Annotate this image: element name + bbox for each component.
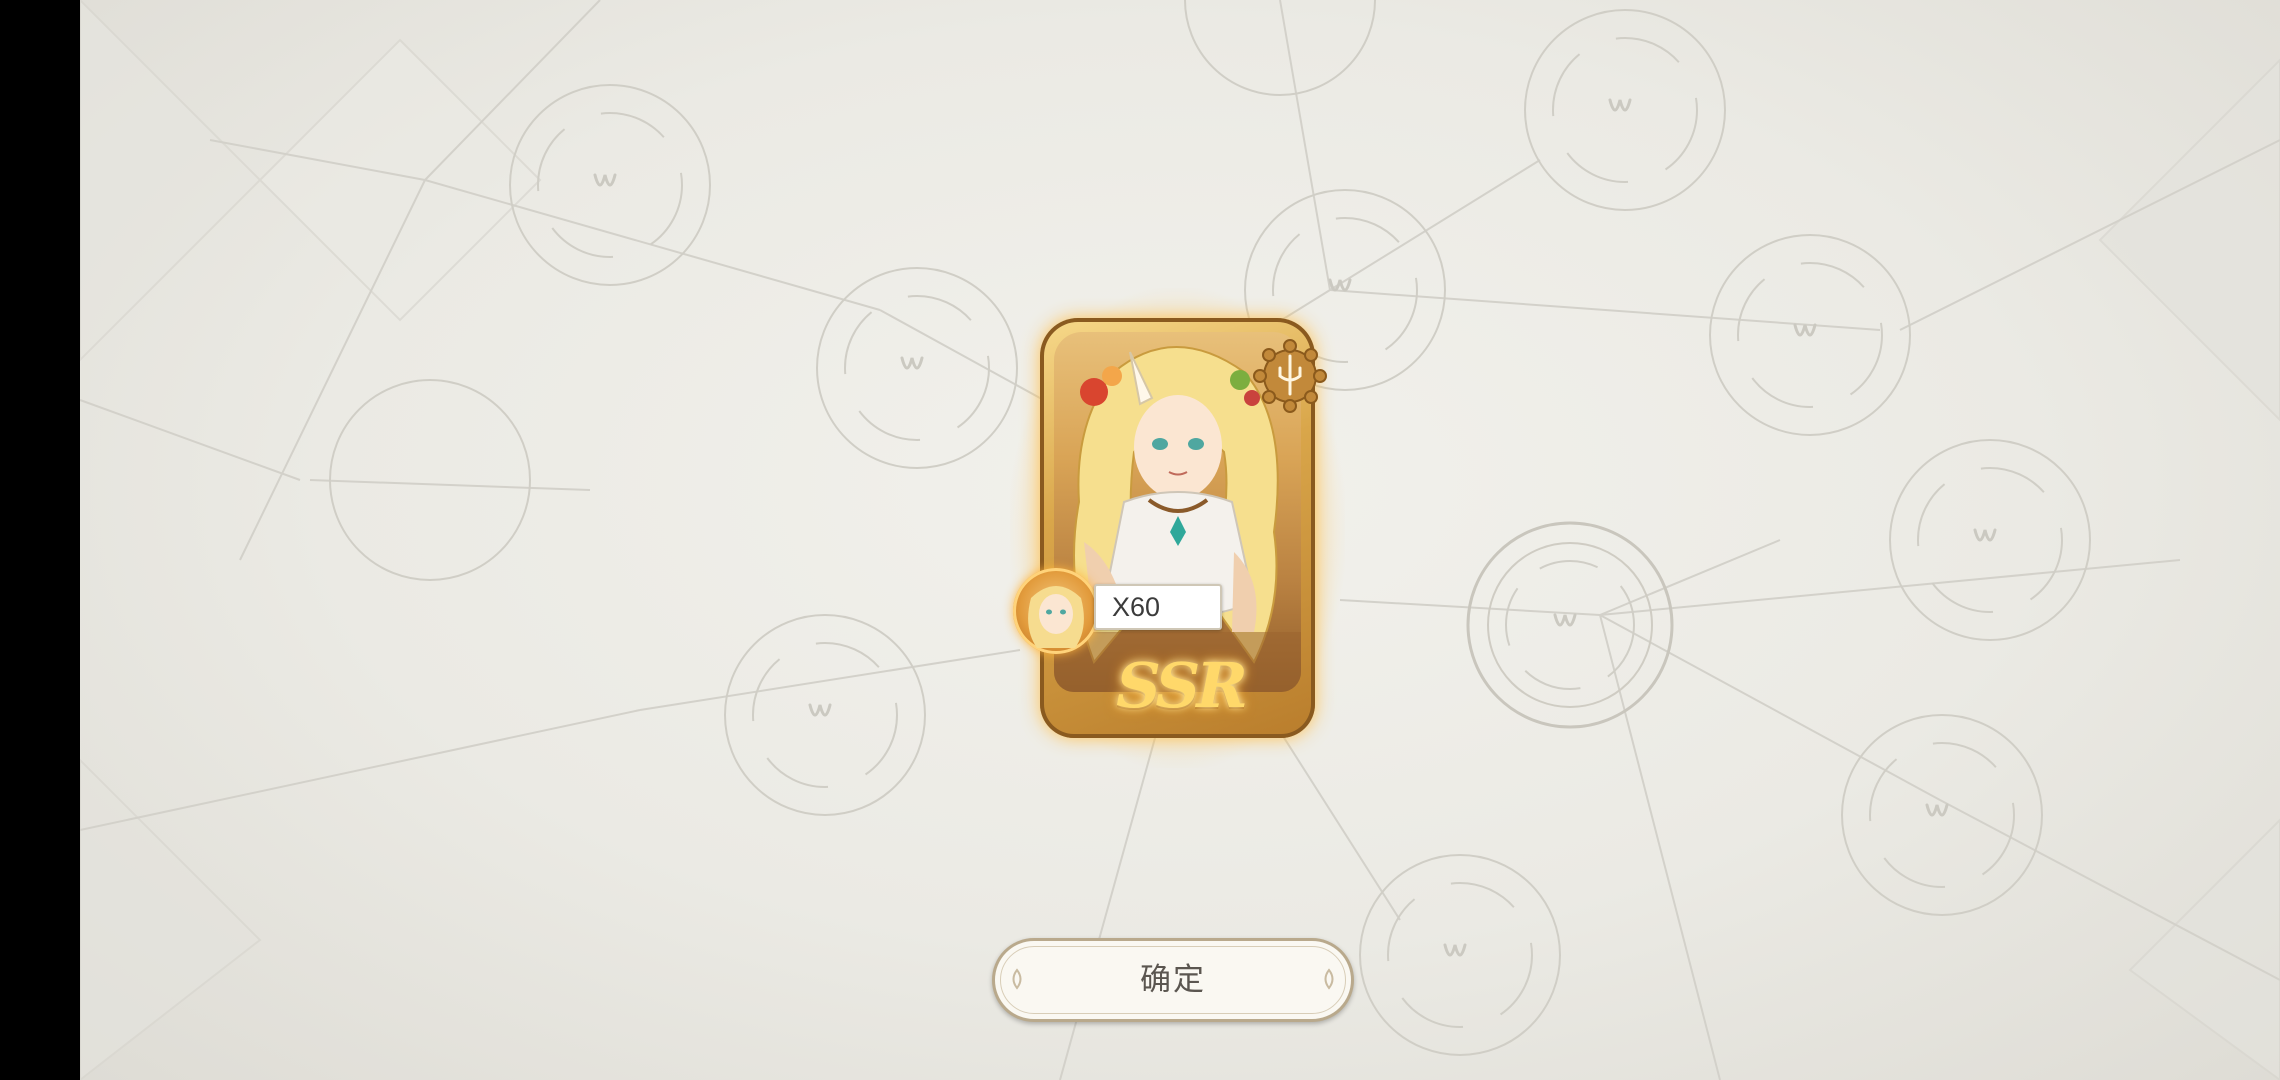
gacha-result-screen: SSR X60 确定	[0, 0, 2280, 1080]
reward-count-box: X60	[1094, 584, 1222, 630]
left-black-bar	[0, 0, 80, 1080]
rarity-label: SSR	[1116, 649, 1248, 722]
character-card[interactable]: SSR	[1010, 288, 1345, 768]
reward-count-label: X60	[1112, 592, 1161, 622]
trident-class-icon	[1252, 338, 1328, 414]
confirm-button[interactable]: 确定	[992, 938, 1354, 1022]
character-portrait-token-icon	[1013, 568, 1099, 654]
confirm-button-label: 确定	[1140, 962, 1206, 998]
